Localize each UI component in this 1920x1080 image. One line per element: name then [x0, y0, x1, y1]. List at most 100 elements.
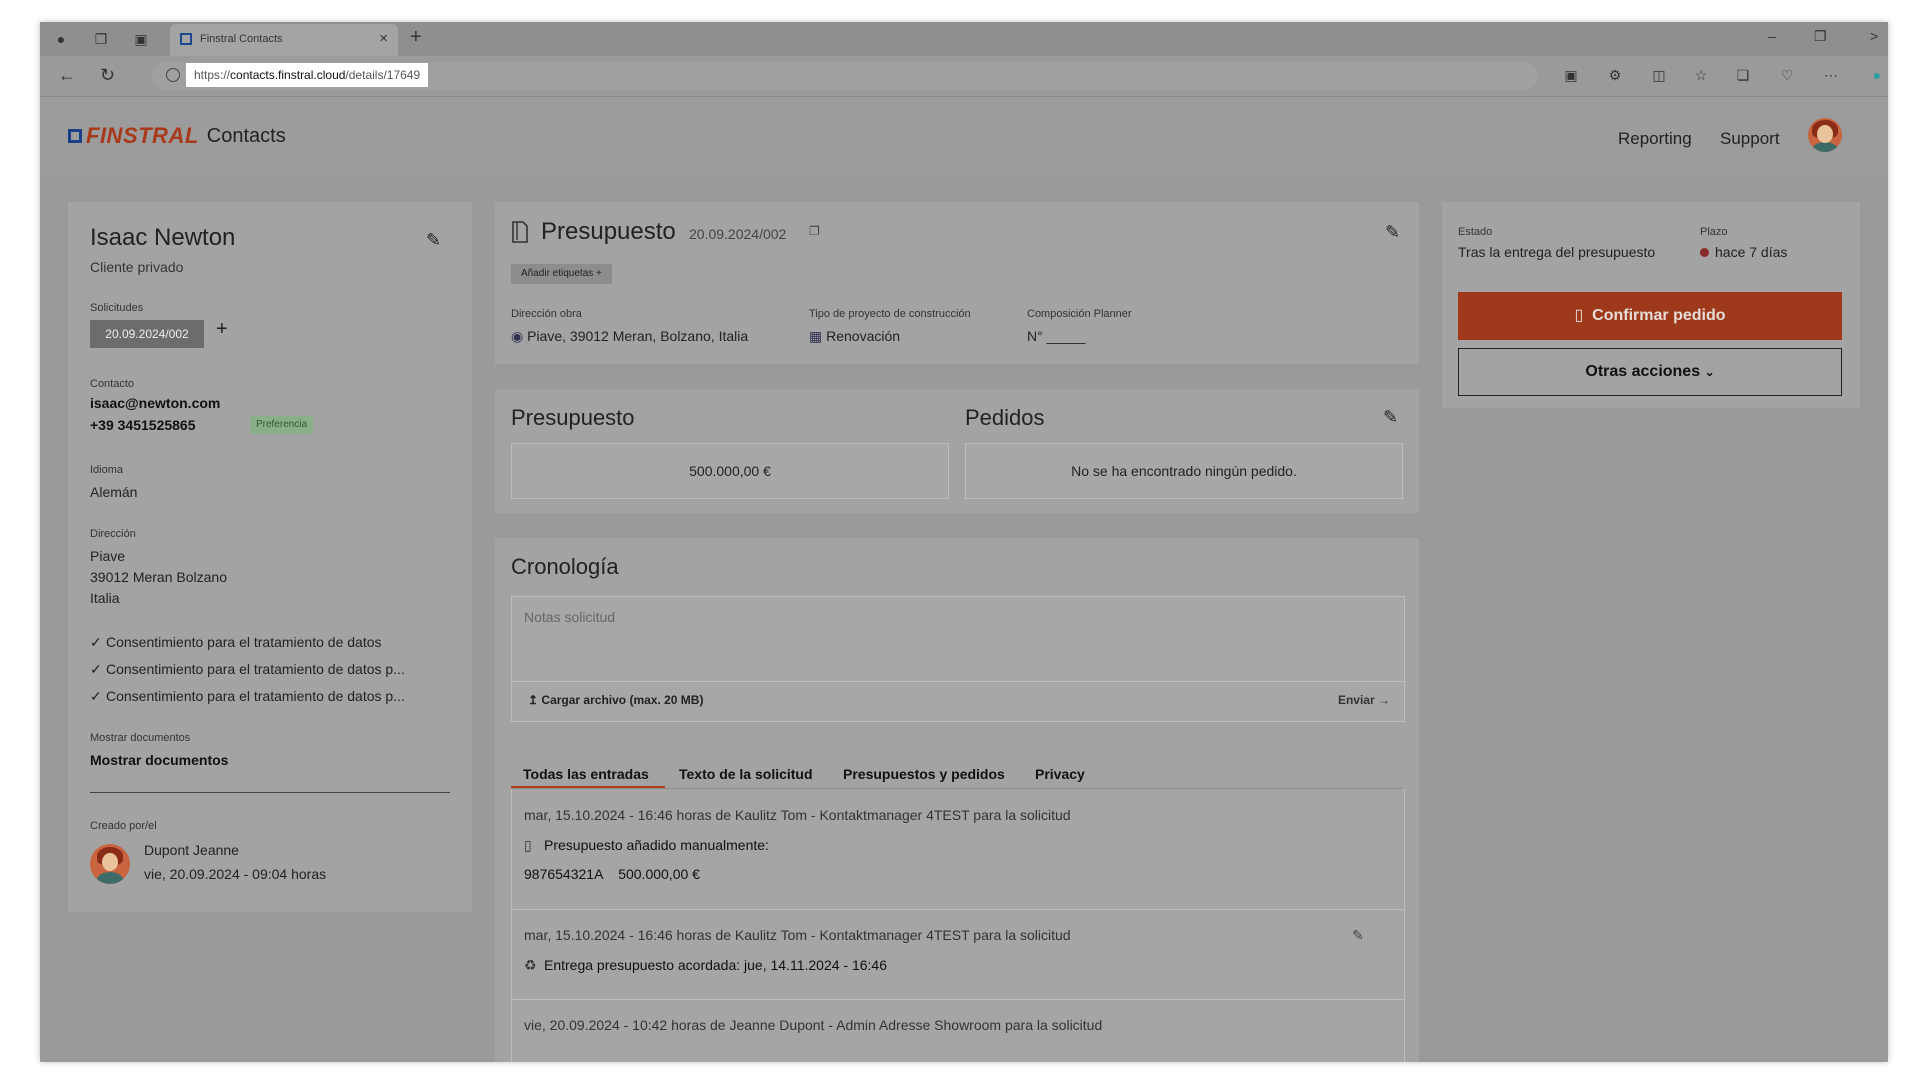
timeline-title: Cronología: [511, 554, 619, 579]
requests-label: Solicitudes: [90, 302, 144, 314]
contact-panel: Isaac Newton ✎ Cliente privado Solicitud…: [68, 202, 472, 912]
project-label: Tipo de proyecto de construcción: [809, 308, 971, 320]
reload-icon[interactable]: ↻: [100, 66, 115, 84]
tab-request-text[interactable]: Texto de la solicitud: [679, 766, 813, 782]
edit-entry-icon[interactable]: ✎: [1352, 927, 1364, 944]
url-host: contacts.finstral.cloud: [230, 68, 346, 82]
app-logo[interactable]: FINSTRAL Contacts: [68, 123, 286, 149]
nav-support[interactable]: Support: [1720, 129, 1780, 149]
browser-tab[interactable]: Finstral Contacts ×: [170, 24, 398, 56]
show-documents-link[interactable]: Mostrar documentos: [90, 752, 228, 768]
consent-text: Consentimiento para el tratamiento de da…: [106, 634, 382, 650]
url-text[interactable]: https://contacts.finstral.cloud/details/…: [186, 63, 429, 87]
chevron-down-icon: ⌄: [1704, 365, 1715, 379]
contact-email[interactable]: isaac@newton.com: [90, 395, 220, 411]
user-avatar[interactable]: [1808, 118, 1842, 152]
created-by: Dupont Jeanne: [144, 842, 239, 858]
tab-quotes-orders[interactable]: Presupuestos y pedidos: [843, 766, 1005, 782]
extensions-icon[interactable]: ⚙: [1606, 66, 1624, 84]
status-dot-icon: [1700, 248, 1709, 257]
more-menu-icon[interactable]: ⋯: [1822, 66, 1840, 84]
document-icon: ▯: [1574, 307, 1584, 324]
bitwarden-extension-icon[interactable]: ▣: [1562, 66, 1580, 84]
app-name: Contacts: [206, 124, 286, 147]
creator-avatar: [90, 844, 130, 884]
close-window-icon[interactable]: >: [1870, 28, 1878, 44]
split-screen-icon[interactable]: ◫: [1650, 66, 1668, 84]
browser-window: ● ❐ ▣ Finstral Contacts × + – ❐ > ← ↻ ht…: [40, 22, 1888, 1062]
new-tab-icon[interactable]: +: [410, 26, 422, 49]
site-info-icon[interactable]: [166, 68, 180, 82]
budget-title: Presupuesto: [511, 405, 635, 430]
notes-placeholder: Notas solicitud: [524, 609, 616, 625]
planner-value[interactable]: N° _____: [1027, 328, 1086, 344]
building-icon: ▦: [809, 328, 823, 344]
url-field[interactable]: https://contacts.finstral.cloud/details/…: [152, 62, 1538, 90]
copy-icon[interactable]: ❐: [809, 224, 820, 238]
restore-icon[interactable]: ❐: [1814, 28, 1827, 45]
address-label: Dirección: [90, 528, 136, 540]
copilot-icon[interactable]: ●: [1868, 66, 1886, 84]
created-at: vie, 20.09.2024 - 09:04 horas: [144, 866, 327, 882]
contact-phone[interactable]: +39 3451525865: [90, 417, 196, 433]
quote-document-icon: [512, 221, 528, 243]
consent-item: ✓ Consentimiento para el tratamiento de d…: [90, 661, 405, 678]
other-actions-button[interactable]: Otras acciones ⌄: [1458, 348, 1842, 396]
tab-strip: ● ❐ ▣ Finstral Contacts × + – ❐ >: [40, 22, 1888, 56]
profile-icon[interactable]: ●: [52, 30, 70, 48]
planner-label: Composición Planner: [1027, 308, 1132, 320]
favicon-icon: [180, 33, 192, 45]
language-label: Idioma: [90, 464, 124, 476]
edit-contact-icon[interactable]: ✎: [426, 230, 441, 251]
divider: [512, 999, 1404, 1000]
tab-all-entries[interactable]: Todas las entradas: [523, 766, 649, 782]
back-icon[interactable]: ←: [58, 66, 76, 84]
entry-line: Entrega presupuesto acordada: jue, 14.11…: [544, 957, 887, 973]
language-value: Alemán: [90, 484, 138, 500]
timeline-entries: mar, 15.10.2024 - 16:46 horas de Kaulitz…: [511, 789, 1405, 1062]
divider: [512, 681, 1404, 682]
entry-text: ▯ Presupuesto añadido manualmente:: [524, 837, 769, 854]
divider: [512, 909, 1404, 910]
entry-meta: mar, 15.10.2024 - 16:46 horas de Kaulitz…: [524, 927, 1071, 943]
add-tags-button[interactable]: Añadir etiquetas +: [511, 264, 612, 284]
nav-reporting[interactable]: Reporting: [1618, 129, 1692, 149]
favorites-icon[interactable]: ☆: [1692, 66, 1710, 84]
state-label: Estado: [1458, 226, 1493, 238]
divider: [90, 792, 450, 793]
collections-icon[interactable]: ❏: [1734, 66, 1752, 84]
upload-icon: ↥: [528, 693, 539, 707]
browser-essentials-icon[interactable]: ♡: [1778, 66, 1796, 84]
quote-panel: Presupuesto 20.09.2024/002 ❐ ✎ Añadir et…: [495, 202, 1419, 364]
send-button[interactable]: Enviar →: [1338, 693, 1390, 707]
tab-privacy[interactable]: Privacy: [1035, 766, 1085, 782]
edit-quote-icon[interactable]: ✎: [1385, 222, 1400, 243]
add-request-icon[interactable]: +: [216, 318, 228, 341]
workspaces-icon[interactable]: ❐: [92, 30, 110, 48]
timeline-tabs: Todas las entradas Texto de la solicitud…: [511, 760, 1403, 789]
tab-actions-icon[interactable]: ▣: [132, 30, 150, 48]
upload-file-button[interactable]: ↥ Cargar archivo (max. 20 MB): [528, 693, 703, 707]
request-chip[interactable]: 20.09.2024/002: [90, 320, 204, 348]
address-bar: ← ↻ https://contacts.finstral.cloud/deta…: [40, 56, 1888, 97]
url-prefix: https://: [194, 68, 231, 82]
notes-input[interactable]: Notas solicitud ↥ Cargar archivo (max. 2…: [511, 596, 1405, 722]
close-tab-icon[interactable]: ×: [379, 30, 388, 47]
address-line: Italia: [90, 590, 120, 606]
state-value: Tras la entrega del presupuesto: [1458, 244, 1656, 260]
minimize-icon[interactable]: –: [1768, 28, 1776, 44]
confirm-order-button[interactable]: ▯ Confirmar pedido: [1458, 292, 1842, 340]
status-panel: Estado Tras la entrega del presupuesto P…: [1442, 202, 1860, 408]
address-line: 39012 Meran Bolzano: [90, 569, 227, 585]
site-text: Piave, 39012 Meran, Bolzano, Italia: [527, 328, 749, 344]
consent-item: ✓ Consentimiento para el tratamiento de d…: [90, 634, 382, 651]
check-icon: ✓: [90, 688, 102, 704]
project-text: Renovación: [826, 328, 901, 344]
edit-orders-icon[interactable]: ✎: [1383, 407, 1398, 428]
consent-text: Consentimiento para el tratamiento de da…: [106, 688, 405, 704]
documents-label: Mostrar documentos: [90, 732, 191, 744]
deadline-value: hace 7 días: [1700, 244, 1787, 260]
preference-badge: Preferencia: [250, 416, 314, 434]
budget-orders-panel: Presupuesto Pedidos ✎ 500.000,00 € No se…: [495, 389, 1419, 513]
entry-meta: vie, 20.09.2024 - 10:42 horas de Jeanne …: [524, 1017, 1103, 1033]
